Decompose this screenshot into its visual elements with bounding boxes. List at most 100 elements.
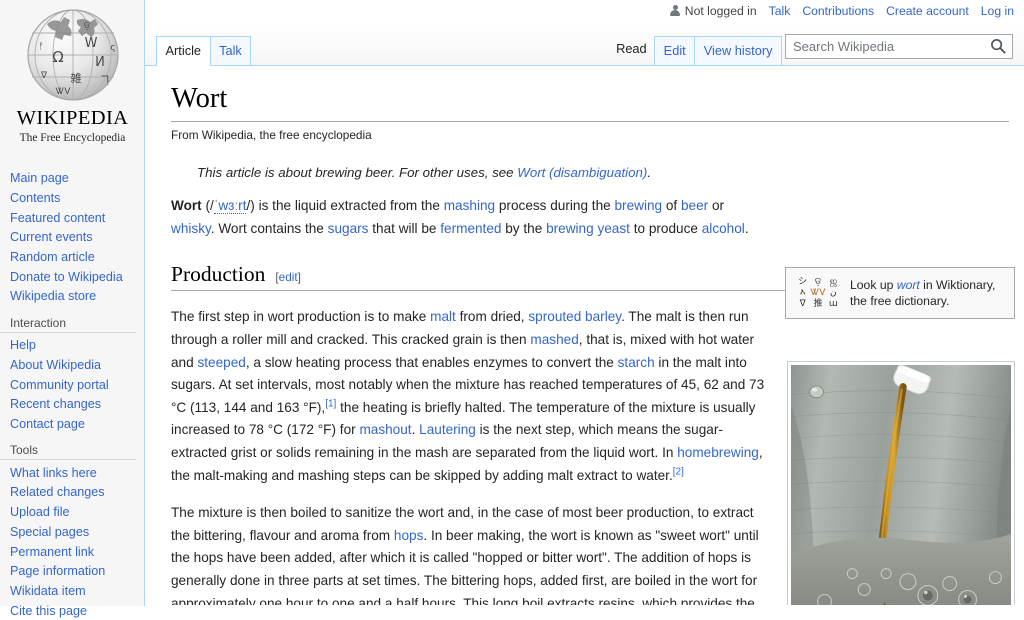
- sidebar-item-upload-file[interactable]: Upload file: [0, 502, 144, 522]
- lead-seg-7: by the: [501, 221, 546, 236]
- citation-link-2[interactable]: [2]: [673, 466, 684, 477]
- sidebar-item-main-page[interactable]: Main page: [0, 168, 144, 188]
- link-malt[interactable]: malt: [430, 309, 456, 324]
- sidebar-link-special-pages[interactable]: Special pages: [10, 525, 89, 539]
- ipa-pronunciation-link[interactable]: ˈwɜːrt: [214, 198, 247, 214]
- edit-section-link: [edit]: [275, 270, 301, 284]
- wikt-glyph-3: ஜ: [830, 277, 838, 288]
- edit-bracket-close: ]: [298, 270, 301, 284]
- sidebar-link-current-events[interactable]: Current events: [10, 230, 93, 244]
- wiktionary-sister-box: シ ଡ଼ ஜ እ ᏔV ﻥ ᐁ 推 ɯ Look up wort in Wikt…: [785, 267, 1015, 319]
- sidebar-link-help[interactable]: Help: [10, 338, 36, 352]
- link-mashing[interactable]: mashing: [444, 198, 495, 213]
- link-mashed[interactable]: mashed: [530, 332, 578, 347]
- link-sugars[interactable]: sugars: [328, 221, 369, 236]
- sidebar-item-help[interactable]: Help: [0, 335, 144, 355]
- sidebar-item-current-events[interactable]: Current events: [0, 227, 144, 247]
- sidebar-link-what-links-here[interactable]: What links here: [10, 466, 97, 480]
- sidebar-item-wikidata-item[interactable]: Wikidata item: [0, 581, 144, 601]
- citation-ref-2[interactable]: [2]: [673, 466, 684, 477]
- sidebar-link-wikipedia-store[interactable]: Wikipedia store: [10, 289, 96, 303]
- wort-pouring-photo[interactable]: [787, 361, 1015, 605]
- sidebar-item-featured-content[interactable]: Featured content: [0, 207, 144, 227]
- sidebar-link-contents[interactable]: Contents: [10, 191, 60, 205]
- sidebar-portal-navigation: Main page Contents Featured content Curr…: [0, 168, 144, 306]
- sidebar-item-related-changes[interactable]: Related changes: [0, 482, 144, 502]
- lead-seg-8: to produce: [630, 221, 702, 236]
- sidebar-item-donate[interactable]: Donate to Wikipedia: [0, 267, 144, 287]
- not-logged-in-status: Not logged in: [670, 0, 757, 22]
- link-sprouted-barley[interactable]: sprouted barley: [528, 309, 621, 324]
- sidebar-item-community-portal[interactable]: Community portal: [0, 374, 144, 394]
- sidebar-link-wikidata-item[interactable]: Wikidata item: [10, 584, 86, 598]
- svg-text:ヿ: ヿ: [99, 74, 110, 87]
- tab-read[interactable]: Read: [608, 35, 656, 65]
- tab-article[interactable]: Article: [156, 36, 211, 66]
- view-tabs: Read Edit View history: [608, 35, 781, 65]
- sidebar-item-contents[interactable]: Contents: [0, 188, 144, 208]
- sidebar-item-random-article[interactable]: Random article: [0, 247, 144, 267]
- wiktionary-term-link[interactable]: wort: [897, 278, 920, 292]
- sidebar-link-contact-page[interactable]: Contact page: [10, 417, 85, 431]
- link-alcohol[interactable]: alcohol: [702, 221, 745, 236]
- sidebar-link-main-page[interactable]: Main page: [10, 171, 69, 185]
- sidebar-item-wikipedia-store[interactable]: Wikipedia store: [0, 286, 144, 306]
- link-homebrewing[interactable]: homebrewing: [677, 445, 759, 460]
- search-form[interactable]: [785, 34, 1013, 59]
- sidebar-item-contact-page[interactable]: Contact page: [0, 414, 144, 434]
- personal-link-talk[interactable]: Talk: [769, 0, 791, 22]
- sidebar-link-about-wikipedia[interactable]: About Wikipedia: [10, 358, 101, 372]
- tab-edit[interactable]: Edit: [654, 36, 695, 65]
- sidebar-item-permanent-link[interactable]: Permanent link: [0, 541, 144, 561]
- personal-link-contributions[interactable]: Contributions: [802, 0, 874, 22]
- link-steeped[interactable]: steeped: [197, 355, 245, 370]
- wikipedia-wordmark: WIKIPEDIA: [17, 107, 129, 130]
- sidebar-link-upload-file[interactable]: Upload file: [10, 505, 70, 519]
- link-starch[interactable]: starch: [618, 355, 655, 370]
- search-input[interactable]: [785, 34, 1013, 59]
- wikipedia-logo-area[interactable]: Ω W И 雑 ヿ ᚠ ᐁ ᏔV ଡ଼ ς WIKIPEDIA The Free…: [0, 0, 145, 150]
- hatnote-disambiguation-link[interactable]: Wort (disambiguation): [517, 165, 647, 180]
- link-brewing[interactable]: brewing: [614, 198, 662, 213]
- sidebar-link-donate[interactable]: Donate to Wikipedia: [10, 270, 123, 284]
- user-icon: [670, 5, 681, 17]
- link-brewing-yeast[interactable]: brewing yeast: [546, 221, 630, 236]
- link-hops[interactable]: hops: [394, 528, 423, 543]
- sidebar-item-cite-this-page[interactable]: Cite this page: [0, 600, 144, 620]
- sidebar-heading-interaction: Interaction: [0, 312, 136, 333]
- personal-link-log-in[interactable]: Log in: [981, 0, 1014, 22]
- edit-link[interactable]: edit: [279, 270, 298, 284]
- link-whisky[interactable]: whisky: [171, 221, 211, 236]
- citation-link-1[interactable]: [1]: [325, 398, 336, 409]
- link-beer[interactable]: beer: [681, 198, 708, 213]
- link-lautering[interactable]: Lautering: [419, 422, 476, 437]
- sidebar-link-page-information[interactable]: Page information: [10, 564, 105, 578]
- tabs-row: Article Talk Read Edit View history: [145, 22, 1024, 66]
- sidebar-item-recent-changes[interactable]: Recent changes: [0, 394, 144, 414]
- sidebar-item-special-pages[interactable]: Special pages: [0, 522, 144, 542]
- tab-talk[interactable]: Talk: [210, 36, 252, 65]
- wikt-glyph-1: シ: [798, 277, 807, 288]
- personal-link-create-account[interactable]: Create account: [886, 0, 969, 22]
- sidebar-item-page-information[interactable]: Page information: [0, 561, 144, 581]
- sidebar-item-about-wikipedia[interactable]: About Wikipedia: [0, 355, 144, 375]
- svg-text:ᚠ: ᚠ: [38, 41, 43, 52]
- sidebar-link-permanent-link[interactable]: Permanent link: [10, 545, 94, 559]
- lead-seg-3: of: [662, 198, 681, 213]
- sidebar-link-community-portal[interactable]: Community portal: [10, 378, 109, 392]
- wikt-glyph-4: እ: [800, 288, 805, 299]
- tab-view-history[interactable]: View history: [694, 36, 782, 65]
- link-fermented[interactable]: fermented: [440, 221, 501, 236]
- sidebar-item-what-links-here[interactable]: What links here: [0, 462, 144, 482]
- sidebar-link-recent-changes[interactable]: Recent changes: [10, 397, 101, 411]
- lead-paragraph: Wort (/ˈwɜːrt/) is the liquid extracted …: [171, 195, 771, 240]
- wikt-text-before: Look up: [850, 278, 897, 292]
- sidebar-link-related-changes[interactable]: Related changes: [10, 485, 105, 499]
- svg-text:ଡ଼: ଡ଼: [83, 21, 90, 31]
- citation-ref-1[interactable]: [1]: [325, 398, 336, 409]
- link-mashout[interactable]: mashout: [359, 422, 411, 437]
- sidebar-link-random-article[interactable]: Random article: [10, 250, 95, 264]
- sidebar-interaction-list: Help About Wikipedia Community portal Re…: [0, 335, 144, 434]
- svg-text:ς: ς: [110, 43, 115, 53]
- sidebar-link-featured-content[interactable]: Featured content: [10, 211, 105, 225]
